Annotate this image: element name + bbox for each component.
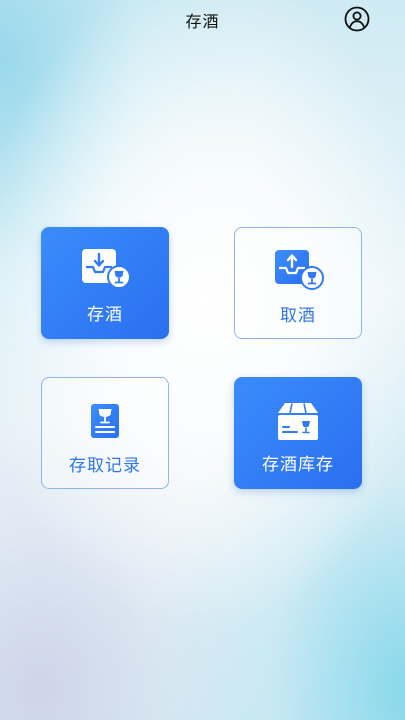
wine-inventory-tile[interactable]: 存酒库存: [234, 377, 362, 489]
inventory-box-wine-icon: [278, 403, 318, 440]
deposit-wine-label: 存酒: [87, 305, 123, 325]
withdraw-wine-label: 取酒: [280, 306, 316, 326]
deposit-withdraw-records-label: 存取记录: [69, 456, 141, 476]
withdraw-wine-tile[interactable]: 取酒: [234, 227, 362, 339]
deposit-withdraw-records-tile[interactable]: 存取记录: [41, 377, 169, 489]
profile-button[interactable]: [344, 6, 370, 32]
withdraw-tray-wine-icon: [275, 250, 324, 290]
deposit-tray-wine-icon: [82, 249, 131, 289]
record-book-wine-icon: [91, 404, 119, 438]
user-profile-icon: [344, 6, 370, 32]
app-header: 存酒: [0, 0, 405, 36]
deposit-wine-tile[interactable]: 存酒: [41, 227, 169, 339]
wine-inventory-label: 存酒库存: [262, 455, 334, 475]
